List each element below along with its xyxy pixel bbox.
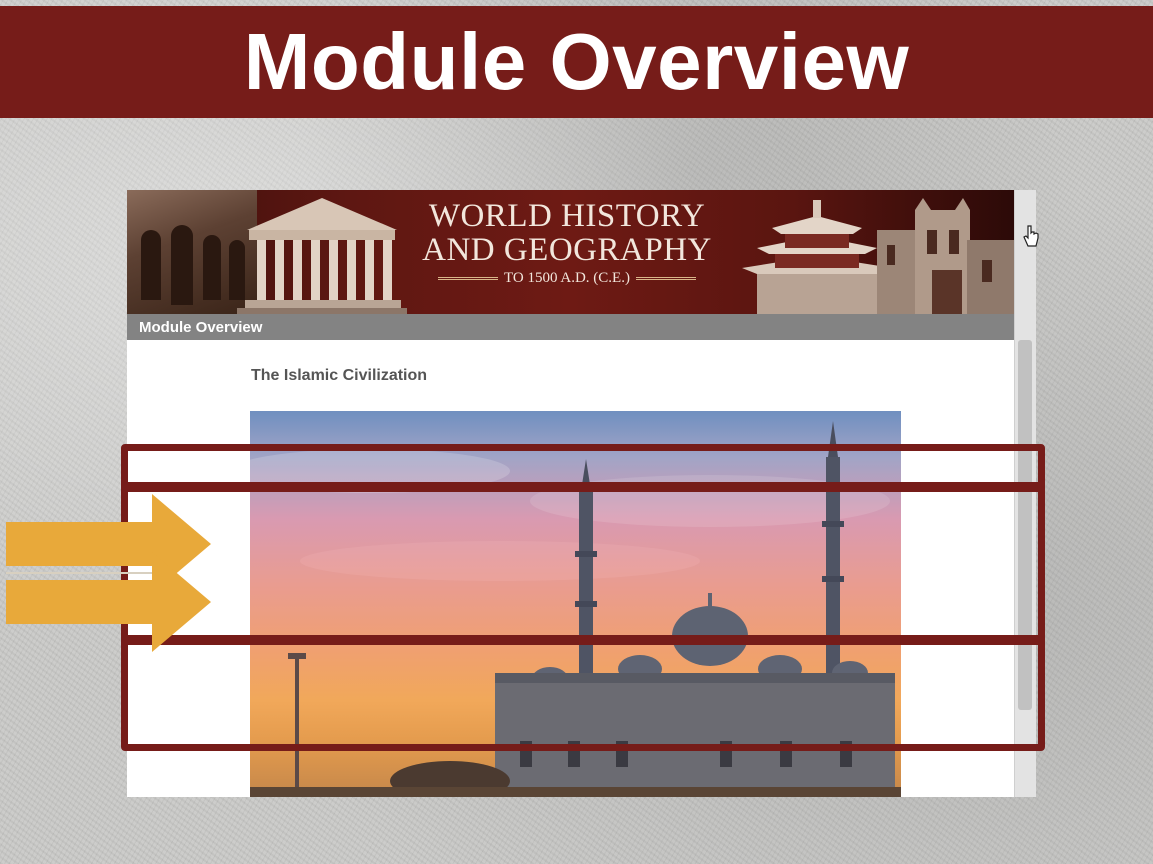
banner-line-1: WORLD HISTORY bbox=[428, 198, 706, 234]
parthenon-art bbox=[237, 198, 407, 314]
section-title: The Islamic Civilization bbox=[251, 367, 428, 384]
banner-line-3: TO 1500 A.D. (C.E.) bbox=[504, 270, 630, 286]
slide-title-bar: Module Overview bbox=[0, 6, 1153, 118]
right-arrow-icon bbox=[6, 494, 211, 652]
banner-line-3-wrap: TO 1500 A.D. (C.E.) bbox=[417, 269, 717, 287]
hand-pointer-icon bbox=[1023, 225, 1039, 247]
slide-title: Module Overview bbox=[243, 17, 910, 106]
banner-rule-right bbox=[635, 276, 696, 280]
banner-title: WORLD HISTORY AND GEOGRAPHY TO 1500 A.D.… bbox=[417, 200, 717, 287]
highlight-line-top bbox=[121, 482, 1045, 492]
module-nav-label: Module Overview bbox=[139, 318, 263, 336]
banner-line-2: AND GEOGRAPHY bbox=[422, 232, 712, 268]
course-banner: WORLD HISTORY AND GEOGRAPHY TO 1500 A.D.… bbox=[127, 190, 1014, 314]
pagoda-castle-art bbox=[742, 198, 1014, 314]
module-nav-bar: Module Overview bbox=[127, 314, 1014, 340]
highlight-line-bottom bbox=[121, 635, 1045, 645]
banner-rule-left bbox=[438, 276, 498, 280]
